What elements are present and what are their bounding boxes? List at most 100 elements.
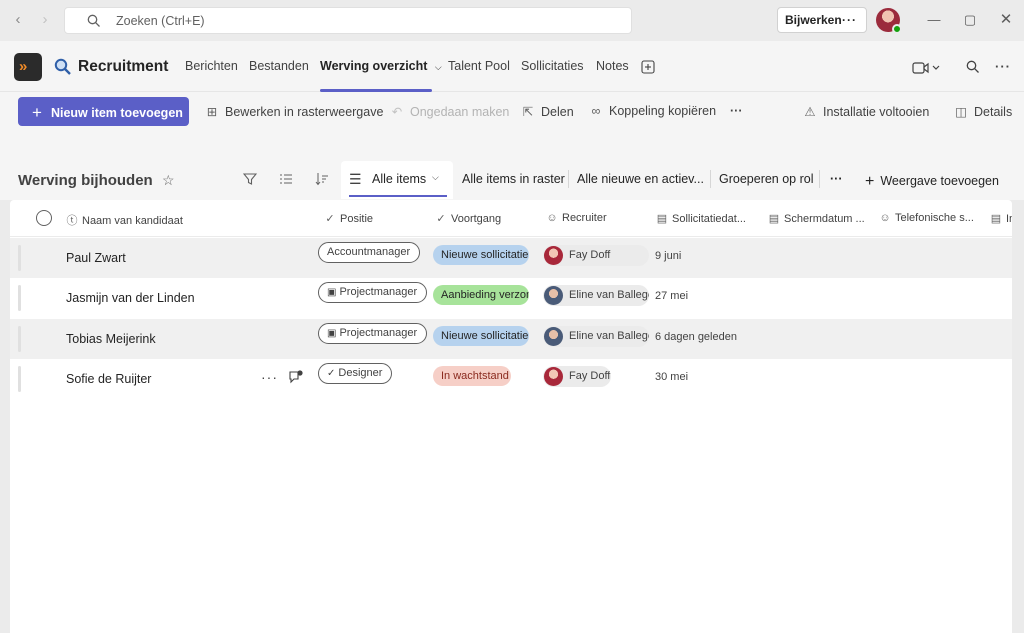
command-more-icon[interactable]: ···	[730, 104, 743, 118]
tab-berichten[interactable]: Berichten	[185, 59, 238, 73]
tab-werving-overzicht-label: Werving overzicht	[320, 59, 428, 73]
row-select-handle[interactable]	[18, 285, 21, 311]
position-pill: ▣ Projectmanager	[318, 282, 428, 303]
column-header-progress[interactable]: ✓ Voortgang	[435, 212, 501, 225]
column-label: Schermdatum ...	[784, 213, 865, 225]
tab-bestanden[interactable]: Bestanden	[249, 59, 309, 73]
view-tab-group-by-role[interactable]: Groeperen op rol	[719, 172, 814, 186]
person-field-icon: ☺	[546, 212, 558, 224]
header-more-icon[interactable]: ···	[995, 58, 1011, 76]
share-button[interactable]: ⇱ Delen	[520, 104, 574, 119]
header-search-icon[interactable]	[966, 58, 980, 76]
column-label: Naam van kandidaat	[82, 215, 183, 227]
table-row[interactable]: Tobias Meijerink ▣ Projectmanager Nieuwe …	[10, 319, 1012, 359]
avatar	[544, 286, 563, 305]
update-more-icon[interactable]: ···	[842, 8, 857, 32]
candidate-name[interactable]: Jasmijn van der Linden	[66, 291, 195, 305]
app-logo: »	[14, 53, 42, 81]
undo-icon: ↶	[391, 105, 403, 119]
column-header-name[interactable]: ⓣ Naam van kandidaat	[66, 212, 183, 228]
recruiter-name: Eline van Ballegooijen	[569, 289, 649, 301]
copy-link-button[interactable]: ∞ Koppeling kopiëren	[588, 104, 717, 118]
minimize-icon[interactable]: —	[926, 12, 942, 28]
view-tab-grid[interactable]: Alle items in raster	[462, 172, 565, 186]
plus-icon: +	[865, 173, 875, 190]
recruiter-chip[interactable]: Eline van Ballegooijen	[543, 285, 649, 306]
view-tab-all-items-label: Alle items	[372, 172, 427, 186]
check-icon: ✓	[327, 368, 336, 379]
select-all-checkbox[interactable]	[36, 210, 52, 226]
view-tab-all-items[interactable]: ☰ Alle items ⌵	[341, 161, 453, 199]
maximize-icon[interactable]: ▢	[962, 12, 978, 28]
column-label: In	[1006, 213, 1012, 225]
view-tab-new-active[interactable]: Alle nieuwe en actiev...	[577, 172, 704, 186]
candidate-name[interactable]: Sofie de Ruijter	[66, 372, 151, 386]
choice-field-icon: ✓	[325, 213, 335, 225]
column-header-recruiter[interactable]: ☺ Recruiter	[546, 212, 606, 224]
choice-field-icon: ✓	[436, 213, 446, 225]
column-header-application-date[interactable]: ▤ Sollicitatiedat...	[656, 212, 746, 225]
details-button[interactable]: ◫ Details	[953, 104, 1012, 119]
view-more-icon[interactable]: ···	[830, 172, 843, 186]
column-header-phone-screen[interactable]: ☺ Telefonische s...	[879, 212, 974, 224]
recruiter-chip[interactable]: Fay Doff	[543, 245, 649, 266]
link-icon: ∞	[591, 104, 601, 118]
search-input[interactable]: Zoeken (Ctrl+E)	[64, 7, 632, 34]
tab-talent-pool[interactable]: Talent Pool	[448, 59, 510, 73]
plus-icon: +	[32, 103, 42, 122]
status-badge: Nieuwe sollicitatie	[433, 326, 529, 346]
tab-sollicitaties[interactable]: Sollicitaties	[521, 59, 584, 73]
row-select-handle[interactable]	[18, 245, 21, 271]
search-icon	[87, 14, 100, 27]
table-row[interactable]: Paul Zwart Accountmanager Nieuwe sollici…	[10, 238, 1012, 278]
application-date: 27 mei	[655, 290, 689, 302]
finish-setup-button[interactable]: ⚠ Installatie voltooien	[802, 104, 929, 119]
row-select-handle[interactable]	[18, 366, 21, 392]
application-date: 9 juni	[655, 250, 682, 262]
avatar	[544, 367, 563, 386]
recruiter-chip[interactable]: Eline van Ballegooijen	[543, 326, 649, 347]
list-title: Werving bijhouden	[18, 172, 153, 189]
table-row[interactable]: Jasmijn van der Linden ▣ Projectmanager A…	[10, 278, 1012, 318]
candidate-name[interactable]: Tobias Meijerink	[66, 332, 156, 346]
tab-werving-overzicht[interactable]: Werving overzicht ⌵	[320, 59, 442, 73]
list-view-icon: ☰	[349, 171, 362, 187]
column-header-truncated[interactable]: ▤ In	[990, 212, 1012, 225]
undo-button[interactable]: ↶ Ongedaan maken	[389, 104, 510, 119]
tab-notes[interactable]: Notes	[596, 59, 629, 73]
favorite-star-icon[interactable]: ☆	[162, 172, 175, 189]
add-comment-icon[interactable]	[288, 369, 304, 385]
filter-icon[interactable]	[242, 172, 258, 189]
sort-icon[interactable]	[315, 172, 329, 189]
share-label: Delen	[541, 105, 574, 119]
status-badge: Nieuwe sollicitatie	[433, 245, 529, 265]
details-pane-icon: ◫	[955, 105, 967, 119]
close-icon[interactable]: ✕	[998, 12, 1014, 28]
group-by-icon[interactable]	[279, 172, 293, 189]
view-bar: Werving bijhouden ☆ ☰ Alle items ⌵ Alle …	[0, 134, 1024, 200]
video-call-icon[interactable]	[912, 58, 940, 76]
add-tab-icon[interactable]	[641, 58, 655, 76]
update-button[interactable]: Bijwerken ···	[777, 7, 867, 33]
add-view-button[interactable]: + Weergave toevoegen	[865, 172, 999, 190]
column-header-screen-date[interactable]: ▤ Schermdatum ...	[768, 212, 865, 225]
back-arrow-icon[interactable]: ‹	[8, 10, 28, 30]
column-label: Positie	[340, 213, 374, 225]
view-divider	[568, 170, 569, 188]
row-select-handle[interactable]	[18, 326, 21, 352]
chevron-down-icon: ⌵	[434, 62, 442, 72]
candidate-name[interactable]: Paul Zwart	[66, 251, 126, 265]
active-view-indicator	[349, 195, 447, 197]
copy-link-label: Koppeling kopiëren	[609, 104, 717, 118]
recruiter-chip[interactable]: Fay Doff	[543, 366, 611, 387]
table-header: ⓣ Naam van kandidaat ✓ Positie ✓ Voortgang …	[10, 200, 1012, 237]
user-avatar[interactable]	[876, 8, 902, 34]
new-item-button[interactable]: + Nieuw item toevoegen	[18, 97, 189, 126]
table-row[interactable]: Sofie de Ruijter ··· ✓ Designer In wachts…	[10, 359, 1012, 399]
person-field-icon: ☺	[879, 212, 891, 224]
column-header-position[interactable]: ✓ Positie	[324, 212, 373, 225]
grid-edit-button[interactable]: ⊞ Bewerken in rasterweergave	[204, 104, 384, 119]
row-more-icon[interactable]: ···	[261, 369, 278, 385]
forward-arrow-icon[interactable]: ›	[35, 10, 55, 30]
update-button-label: Bijwerken	[785, 13, 842, 27]
